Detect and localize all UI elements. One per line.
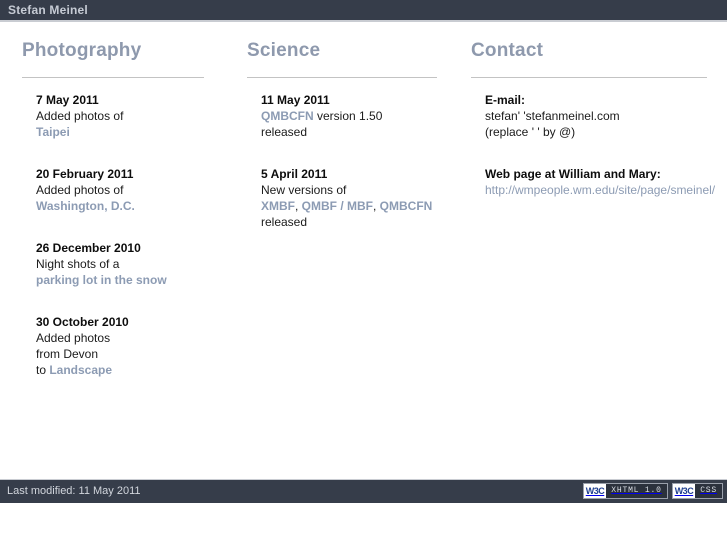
entry-date: 11 May 2011 [261, 93, 330, 107]
entry-list-science: 11 May 2011 QMBCFN version 1.50 released… [247, 78, 437, 230]
list-item: 20 February 2011 Added photos of Washing… [36, 166, 204, 214]
email-note: (replace ' ' by @) [485, 125, 576, 139]
link-landscape[interactable]: Landscape [49, 363, 112, 377]
link-wm-webpage[interactable]: http://wmpeople.wm.edu/site/page/smeinel… [485, 183, 715, 197]
column-contact: Contact E-mail: stefan' 'stefanmeinel.co… [471, 24, 715, 198]
link-washington-dc[interactable]: Washington, D.C. [36, 199, 135, 213]
entry-version-suffix: version 1.50 [313, 109, 383, 123]
entry-text: released [261, 125, 308, 139]
contact-webpage-block: Web page at William and Mary: http://wmp… [485, 166, 715, 198]
entry-link-line: Washington, D.C. [36, 198, 204, 214]
entry-text: from Devon [36, 347, 99, 361]
link-qmbcfn[interactable]: QMBCFN [261, 109, 314, 123]
column-photography: Photography 7 May 2011 Added photos of T… [22, 24, 204, 378]
column-heading-photography: Photography [22, 40, 142, 61]
link-taipei[interactable]: Taipei [36, 125, 70, 139]
entry-link-line: Taipei [36, 124, 204, 140]
entry-link-line: QMBCFN version 1.50 [261, 108, 437, 124]
email-label: E-mail: [485, 93, 526, 107]
entry-link-line: parking lot in the snow [36, 272, 204, 288]
validation-badges: W3C XHTML 1.0 W3C CSS [582, 483, 723, 499]
entry-text: Added photos [36, 331, 111, 345]
site-footer-bar: Last modified: 11 May 2011 W3C XHTML 1.0… [0, 479, 727, 503]
entry-text: Added photos of [36, 183, 124, 197]
email-value: stefan' 'stefanmeinel.com [485, 109, 620, 123]
link-parking-lot-in-the-snow[interactable]: parking lot in the snow [36, 273, 167, 287]
entry-text: New versions of [261, 183, 347, 197]
entry-list-photography: 7 May 2011 Added photos of Taipei 20 Feb… [22, 78, 204, 378]
entry-link-prefix: to [36, 363, 50, 377]
list-item: 26 December 2010 Night shots of a parkin… [36, 240, 204, 288]
column-heading-contact: Contact [471, 40, 544, 61]
contact-email-block: E-mail: stefan' 'stefanmeinel.com (repla… [485, 92, 707, 140]
contact-details: E-mail: stefan' 'stefanmeinel.com (repla… [471, 78, 715, 198]
list-item: 11 May 2011 QMBCFN version 1.50 released [261, 92, 437, 140]
entry-text: released [261, 215, 308, 229]
link-qmbcfn-2[interactable]: QMBCFN [380, 199, 433, 213]
column-heading-science: Science [247, 40, 321, 61]
css-badge-label: CSS [700, 486, 717, 495]
entry-date: 7 May 2011 [36, 93, 99, 107]
entry-text: Night shots of a [36, 257, 120, 271]
last-modified-text: Last modified: 11 May 2011 [7, 485, 141, 497]
link-qmbf-mbf[interactable]: QMBF / MBF [302, 199, 373, 213]
link-separator: , [295, 199, 302, 213]
xhtml-badge-label: XHTML 1.0 [611, 486, 662, 495]
entry-link-line: to Landscape [36, 362, 204, 378]
webpage-label: Web page at William and Mary: [485, 167, 661, 181]
css-validation-badge[interactable]: W3C CSS [671, 483, 723, 499]
entry-date: 26 December 2010 [36, 241, 141, 255]
link-xmbf[interactable]: XMBF [261, 199, 295, 213]
site-title: Stefan Meinel [8, 3, 88, 17]
w3c-logo-icon: W3C [672, 484, 696, 498]
list-item: 30 October 2010 Added photos from Devon … [36, 314, 204, 378]
w3c-logo-icon: W3C [583, 484, 607, 498]
column-science: Science 11 May 2011 QMBCFN version 1.50 … [247, 24, 437, 230]
entry-date: 5 April 2011 [261, 167, 328, 181]
list-item: 5 April 2011 New versions of XMBF, QMBF … [261, 166, 437, 230]
site-header-bar: Stefan Meinel [0, 0, 727, 22]
entry-date: 20 February 2011 [36, 167, 134, 181]
list-item: 7 May 2011 Added photos of Taipei [36, 92, 204, 140]
entry-text: Added photos of [36, 109, 124, 123]
xhtml-validation-badge[interactable]: W3C XHTML 1.0 [582, 483, 668, 499]
link-separator: , [373, 199, 380, 213]
entry-link-line: XMBF, QMBF / MBF, QMBCFN [261, 198, 437, 214]
webpage-link-line: http://wmpeople.wm.edu/site/page/smeinel… [485, 182, 715, 198]
entry-date: 30 October 2010 [36, 315, 129, 329]
